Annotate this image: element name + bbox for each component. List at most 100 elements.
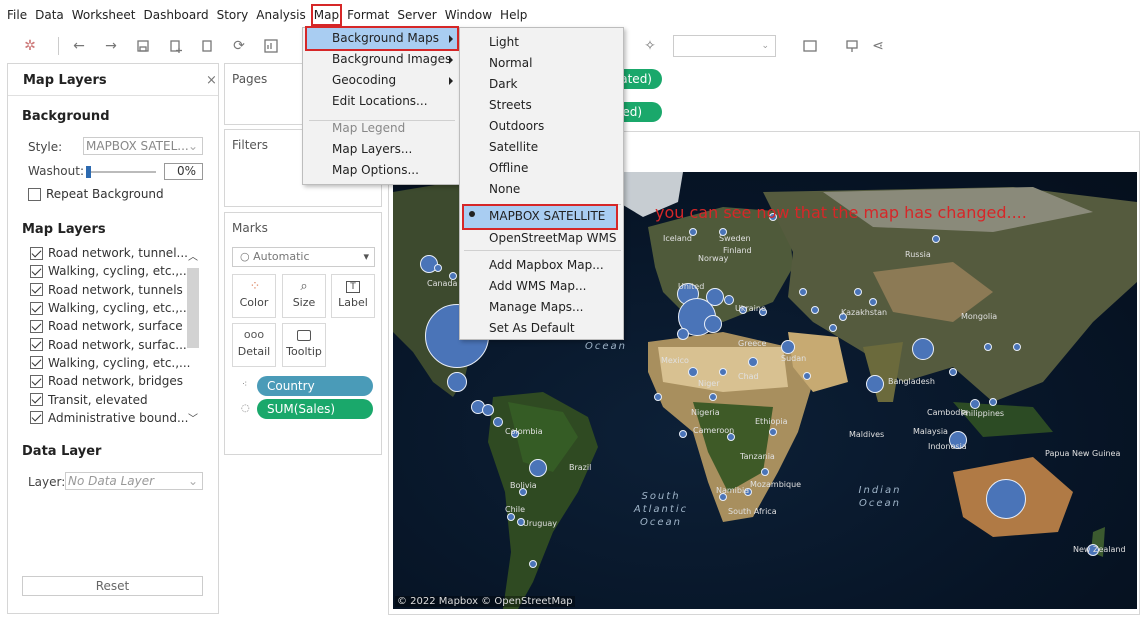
tableau-logo-icon[interactable]: ✲ [18,36,42,56]
chevron-up-icon[interactable]: ︿ [188,248,198,263]
presentation-icon[interactable] [840,36,864,56]
layer-checkbox[interactable]: Road network, surfac... [30,335,202,353]
menu-window[interactable]: Window [444,6,493,24]
map-mark[interactable] [799,288,807,296]
sales-pill[interactable]: SUM(Sales) [257,399,373,419]
map-mark[interactable] [709,393,717,401]
menu-story[interactable]: Story [216,6,250,24]
scrollbar-thumb[interactable] [187,268,199,348]
map-mark[interactable] [781,340,795,354]
layer-checkbox[interactable]: Road network, tunnel... [30,244,202,262]
map-mark[interactable] [986,479,1026,519]
map-menu-item[interactable]: Edit Locations... [332,91,428,112]
undo-icon[interactable]: ⟳ [227,36,251,56]
layer-scrollbar[interactable]: ︿ ﹀ [186,248,201,428]
size-button[interactable]: ⌕ Size [282,274,326,318]
menu-format[interactable]: Format [346,6,390,24]
checkbox-box[interactable] [30,319,43,333]
menu-analysis[interactable]: Analysis [255,6,306,24]
map-mark[interactable] [912,338,934,360]
checkbox-box[interactable] [30,374,43,388]
checkbox-box[interactable] [30,411,43,425]
data-layer-select[interactable]: No Data Layer ⌄ [65,472,203,490]
layer-checkbox[interactable]: Walking, cycling, etc.,... [30,262,202,280]
map-mark[interactable] [482,404,494,416]
background-map-option[interactable]: Satellite [489,137,538,158]
menu-map[interactable]: Map [310,4,343,26]
menu-server[interactable]: Server [396,6,437,24]
map-mark[interactable] [748,357,758,367]
checkbox-box[interactable] [30,246,43,260]
layer-checkbox[interactable]: Road network, surface [30,317,202,335]
background-map-option[interactable]: Dark [489,74,517,95]
washout-slider[interactable] [86,166,156,178]
menu-help[interactable]: Help [499,6,528,24]
map-mark[interactable] [529,459,547,477]
map-mark[interactable] [854,288,862,296]
close-icon[interactable]: × [206,73,217,88]
map-mark[interactable] [829,324,837,332]
background-map-option[interactable]: Streets [489,95,532,116]
map-mark[interactable] [984,343,992,351]
map-mark[interactable] [866,375,884,393]
map-mark[interactable] [447,372,467,392]
chevron-down-icon[interactable]: ﹀ [188,410,198,425]
map-mark[interactable] [529,560,537,568]
map-mark[interactable] [970,399,980,409]
map-mark[interactable] [434,264,442,272]
background-map-option[interactable]: Normal [489,53,532,74]
map-menu-item[interactable]: Map Options... [332,160,419,181]
map-mark[interactable] [811,306,819,314]
menu-dashboard[interactable]: Dashboard [142,6,209,24]
washout-input[interactable]: 0% [164,163,203,180]
mark-type-select[interactable]: ○ Automatic ▾ [232,247,375,267]
color-button[interactable]: ⁘ Color [232,274,276,318]
map-mark[interactable] [719,368,727,376]
checkbox-box[interactable] [30,338,43,352]
map-mark[interactable] [507,513,515,521]
map-mark[interactable] [679,430,687,438]
layer-checkbox[interactable]: Administrative bound... [30,409,202,427]
menu-data[interactable]: Data [34,6,65,24]
layer-checkbox[interactable]: Transit, elevated [30,390,202,408]
country-pill[interactable]: Country [257,376,373,396]
slider-handle[interactable] [86,166,91,178]
layer-checkbox[interactable]: Road network, bridges [30,372,202,390]
background-map-option[interactable]: Add Mapbox Map... [489,255,604,276]
layer-checkbox[interactable]: Road network, tunnels [30,281,202,299]
map-menu-item[interactable]: Background Images [332,49,451,70]
map-mark[interactable] [949,368,957,376]
map-menu-item[interactable]: Map Layers... [332,139,412,160]
background-map-option[interactable]: MAPBOX SATELLITE [489,206,605,227]
show-cards-icon[interactable] [800,36,824,56]
back-icon[interactable]: ← [67,36,91,56]
background-map-option[interactable]: Light [489,32,519,53]
map-mark[interactable] [761,468,769,476]
checkbox-box[interactable] [30,356,43,370]
background-map-option[interactable]: Offline [489,158,528,179]
map-mark[interactable] [989,398,997,406]
map-mark[interactable] [704,315,722,333]
fit-dropdown[interactable]: ⌄ [673,35,776,57]
tooltip-button[interactable]: Tooltip [282,323,326,367]
menu-worksheet[interactable]: Worksheet [71,6,137,24]
background-map-option[interactable]: None [489,179,520,200]
map-mark[interactable] [724,295,734,305]
save-icon[interactable] [131,36,155,56]
checkbox-box[interactable] [30,283,43,297]
checkbox-box[interactable] [30,264,43,278]
detail-button[interactable]: ooo Detail [232,323,276,367]
new-datasource-icon[interactable] [163,36,187,56]
chart-icon[interactable] [259,36,283,56]
checkbox-box[interactable] [28,187,41,201]
style-select[interactable]: MAPBOX SATEL... ⌄ [83,137,203,155]
forward-icon[interactable]: → [99,36,123,56]
map-mark[interactable] [677,328,689,340]
map-menu-item[interactable]: Background Maps [332,28,439,49]
reset-button[interactable]: Reset [22,576,203,596]
new-sheet-icon[interactable] [195,36,219,56]
background-map-option[interactable]: Set As Default [489,318,575,339]
map-mark[interactable] [1013,343,1021,351]
map-menu-item[interactable]: Geocoding [332,70,396,91]
background-map-option[interactable]: Manage Maps... [489,297,584,318]
